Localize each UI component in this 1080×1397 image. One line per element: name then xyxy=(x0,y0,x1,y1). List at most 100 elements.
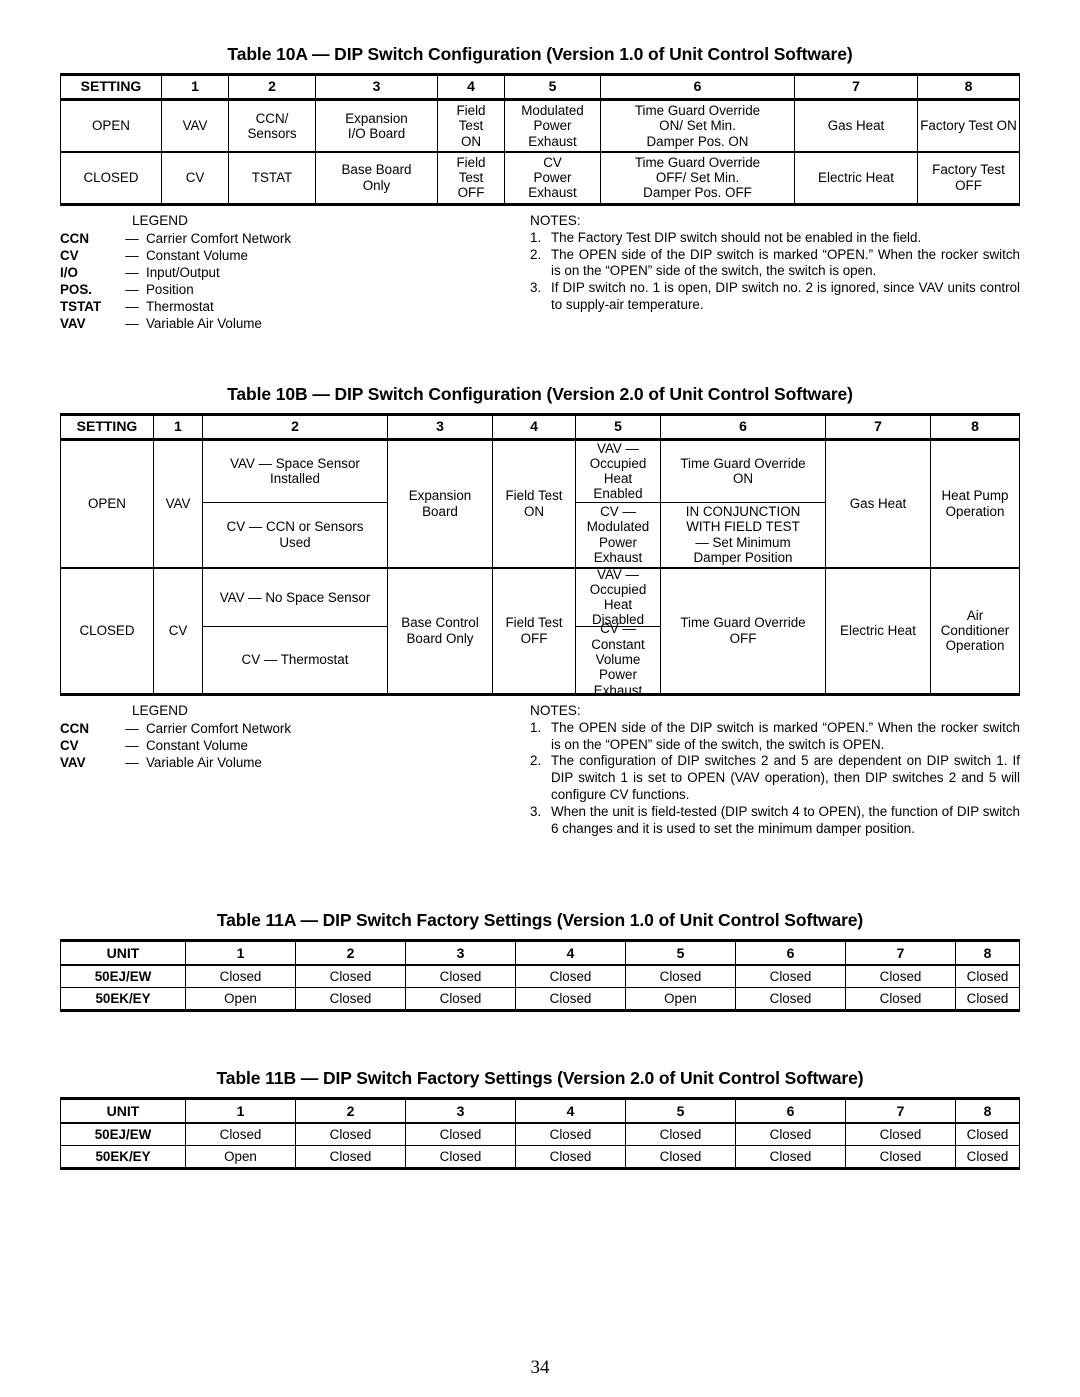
legend-abbr: CV xyxy=(60,737,79,753)
table-row: OPEN VAV VAV — Space Sensor Installed CV … xyxy=(60,438,1020,569)
row-label-unit-50ejew: 50EJ/EW xyxy=(60,1122,186,1146)
legend-dash: — xyxy=(125,264,139,280)
legend-meaning: Carrier Comfort Network xyxy=(146,230,292,246)
table-11b-title: Table 11B — DIP Switch Factory Settings … xyxy=(216,1067,864,1088)
cell-closed-5: VAV — Occupied Heat Disabled CV — Constant Vo… xyxy=(575,567,661,698)
notes-list: 1. The OPEN side of the DIP switch is ma… xyxy=(530,720,1020,838)
cell-11a-r0-c3: Closed xyxy=(405,964,516,988)
cell-11b-r1-c3: Closed xyxy=(405,1144,516,1169)
legend-row: POS. — Position xyxy=(60,281,295,298)
legend-heading: LEGEND xyxy=(132,702,188,718)
col-header-3: 3 xyxy=(405,939,516,966)
legend-meaning: Variable Air Volume xyxy=(146,315,262,331)
note-number: 3. xyxy=(530,804,542,820)
legend-dash: — xyxy=(125,281,139,297)
table-row: CLOSED CV VAV — No Space Sensor CV — The… xyxy=(60,567,1020,698)
note-text: If DIP switch no. 1 is open, DIP switch … xyxy=(551,280,1020,313)
note-item: 2. The OPEN side of the DIP switch is ma… xyxy=(530,247,1020,281)
legend-dash: — xyxy=(125,315,139,331)
legend-block: LEGEND CCN — Carrier Comfort Network CV … xyxy=(60,703,530,838)
table-row: 50EJ/EW Closed Closed Closed Closed Clos… xyxy=(60,1122,1020,1146)
cell-closed-3: Base Control Board Only xyxy=(387,567,493,695)
cell-11b-r1-c8: Closed xyxy=(955,1144,1020,1169)
table-row: OPEN VAV CCN/Sensors Expansion I/O Board … xyxy=(60,98,1020,153)
cell-11a-r1-c8: Closed xyxy=(955,986,1020,1011)
table-row: 50EK/EY Open Closed Closed Closed Closed… xyxy=(60,1144,1020,1169)
cell-11a-r1-c1: Open xyxy=(185,986,296,1011)
row-label-unit-50ejew: 50EJ/EW xyxy=(60,964,186,988)
legend-meaning: Variable Air Volume xyxy=(146,754,262,770)
note-text: The Factory Test DIP switch should not b… xyxy=(551,229,922,245)
note-text: When the unit is field-tested (DIP switc… xyxy=(551,804,1020,837)
cell-11a-r1-c4: Closed xyxy=(515,986,626,1011)
cell-open-1: VAV xyxy=(161,98,229,153)
col-header-setting: SETTING xyxy=(60,413,154,441)
legend-table: CCN — Carrier Comfort Network CV — Const… xyxy=(60,720,295,771)
document-page: Table 10A — DIP Switch Configuration (Ve… xyxy=(0,0,1080,1397)
note-item: 3. If DIP switch no. 1 is open, DIP swit… xyxy=(530,280,1020,314)
cell-open-4: Field Test ON xyxy=(437,98,505,153)
legend-abbr: VAV xyxy=(60,754,86,770)
cell-open-5-bottom: CV — Modulated Power Exhaust xyxy=(586,504,650,565)
legend-block: LEGEND CCN — Carrier Comfort Network CV … xyxy=(60,213,530,332)
cell-open-1: VAV xyxy=(153,438,203,569)
col-header-4: 4 xyxy=(515,939,626,966)
table-10b-header-row: SETTING 1 2 3 4 5 6 7 8 xyxy=(60,413,1020,441)
note-number: 2. xyxy=(530,753,542,769)
cell-11b-r0-c2: Closed xyxy=(295,1122,406,1146)
cell-open-2-bottom: CV — CCN or Sensors Used xyxy=(226,519,364,550)
legend-abbr: POS. xyxy=(60,281,92,297)
cell-11b-r0-c1: Closed xyxy=(185,1122,296,1146)
row-label-open: OPEN xyxy=(60,438,154,569)
legend-row: I/O — Input/Output xyxy=(60,264,295,281)
legend-dash: — xyxy=(125,247,139,263)
col-header-1: 1 xyxy=(185,1097,296,1124)
legend-row: CV — Constant Volume xyxy=(60,247,295,264)
page-number: 34 xyxy=(530,1357,550,1378)
col-header-5: 5 xyxy=(625,1097,736,1124)
table-10b-title: Table 10B — DIP Switch Configuration (Ve… xyxy=(227,383,853,404)
col-header-6: 6 xyxy=(735,939,846,966)
col-header-3: 3 xyxy=(315,74,438,101)
cell-11a-r0-c8: Closed xyxy=(955,964,1020,988)
cell-closed-1: CV xyxy=(153,567,203,695)
legend-dash: — xyxy=(125,754,139,770)
cell-11a-r1-c3: Closed xyxy=(405,986,516,1011)
cell-11b-r1-c1: Open xyxy=(185,1144,296,1169)
legend-meaning: Carrier Comfort Network xyxy=(146,720,292,736)
note-number: 1. xyxy=(530,229,542,245)
cell-closed-2-top: VAV — No Space Sensor xyxy=(203,569,387,627)
table-10a-title: Table 10A — DIP Switch Configuration (Ve… xyxy=(227,44,853,64)
cell-11a-r0-c1: Closed xyxy=(185,964,296,988)
legend-abbr: CCN xyxy=(60,230,90,246)
col-header-5: 5 xyxy=(625,939,736,966)
cell-11a-r0-c4: Closed xyxy=(515,964,626,988)
cell-closed-2-bottom: CV — Thermostat xyxy=(241,652,349,668)
legend-abbr: I/O xyxy=(60,264,78,280)
cell-closed-2: VAV — No Space Sensor CV — Thermostat xyxy=(202,567,388,695)
col-header-4: 4 xyxy=(437,74,505,101)
cell-open-6: Time Guard Override ON/ Set Min. Damper Po… xyxy=(600,98,795,153)
row-label-closed: CLOSED xyxy=(60,567,154,695)
note-text: The configuration of DIP switches 2 and … xyxy=(551,753,1020,803)
cell-11b-r0-c6: Closed xyxy=(735,1122,846,1146)
cell-open-5: VAV — Occupied Heat Enabled CV — Modulated Po… xyxy=(575,438,661,569)
cell-11b-r0-c4: Closed xyxy=(515,1122,626,1146)
cell-closed-8: Air Conditioner Operation xyxy=(930,567,1020,695)
col-header-5: 5 xyxy=(575,413,661,441)
cell-11a-r1-c2: Closed xyxy=(295,986,406,1011)
cell-11a-r1-c7: Closed xyxy=(845,986,956,1011)
cell-open-5-top: VAV — Occupied Heat Enabled xyxy=(576,441,660,503)
col-header-7: 7 xyxy=(845,1097,956,1124)
cell-11b-r1-c6: Closed xyxy=(735,1144,846,1169)
cell-open-4: Field Test ON xyxy=(492,438,576,569)
col-header-6: 6 xyxy=(600,74,795,101)
col-header-setting: SETTING xyxy=(60,74,162,101)
col-header-7: 7 xyxy=(825,413,931,441)
cell-closed-5-top: VAV — Occupied Heat Disabled xyxy=(576,567,660,627)
note-text: The OPEN side of the DIP switch is marke… xyxy=(551,719,1020,752)
cell-closed-5: CV Power Exhaust xyxy=(504,151,601,205)
col-header-4: 4 xyxy=(515,1097,626,1124)
col-header-1: 1 xyxy=(185,939,296,966)
cell-11b-r0-c5: Closed xyxy=(625,1122,736,1146)
